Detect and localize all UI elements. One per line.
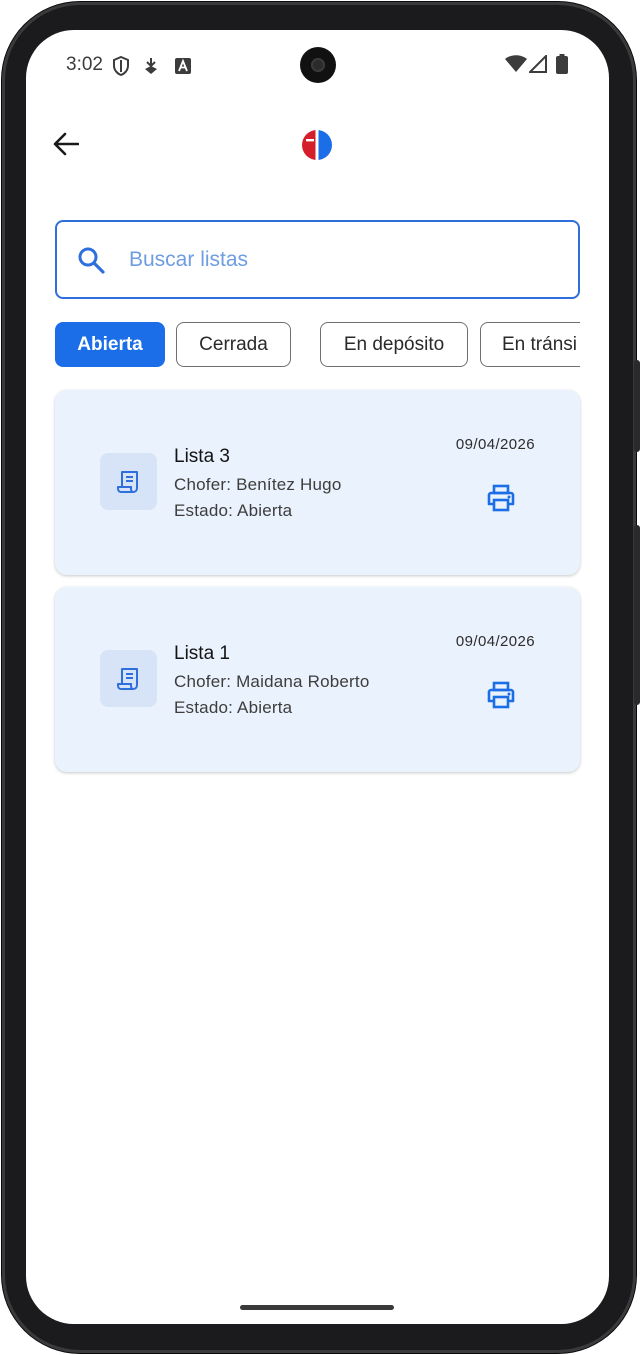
- print-button[interactable]: [483, 480, 519, 516]
- battery-icon: [556, 54, 568, 79]
- download-app-icon: [143, 57, 159, 80]
- filter-chip-abierta[interactable]: Abierta: [55, 322, 165, 367]
- filter-chip-label: En tránsi: [502, 333, 577, 355]
- list-card-date: 09/04/2026: [455, 436, 535, 453]
- list-card-date: 09/04/2026: [455, 633, 535, 650]
- search-icon: [77, 246, 105, 279]
- print-button[interactable]: [483, 677, 519, 713]
- list-card-title: Lista 1: [174, 643, 230, 664]
- shield-icon: [112, 55, 130, 81]
- filter-chip-label: En depósito: [343, 333, 445, 355]
- receipt-icon: [116, 667, 138, 690]
- filter-chip-label: Cerrada: [199, 333, 268, 355]
- brand-logo: [302, 130, 332, 160]
- filter-chips: Abierta Cerrada En depósito En tránsi: [55, 322, 580, 368]
- home-indicator[interactable]: [240, 1305, 394, 1310]
- front-camera: [300, 47, 336, 83]
- status-bar: 3:02: [26, 30, 609, 102]
- list-card-icon-box: [100, 650, 157, 707]
- back-button[interactable]: [50, 128, 82, 160]
- list-card-title: Lista 3: [174, 446, 230, 467]
- list-card-driver: Chofer: Maidana Roberto: [174, 672, 370, 691]
- list-card[interactable]: Lista 1 Chofer: Maidana Roberto Estado: …: [55, 587, 580, 772]
- list-card-icon-box: [100, 453, 157, 510]
- filter-chip-label: Abierta: [77, 333, 143, 355]
- filter-chip-cerrada[interactable]: Cerrada: [176, 322, 291, 367]
- list-card-driver: Chofer: Benítez Hugo: [174, 475, 342, 494]
- text-a-icon: [175, 58, 191, 79]
- filter-chip-en-transito[interactable]: En tránsi: [480, 322, 580, 367]
- screen: 3:02 Buscar listas Abierta Cerrada En de…: [26, 30, 609, 1324]
- list-card[interactable]: Lista 3 Chofer: Benítez Hugo Estado: Abi…: [55, 390, 580, 575]
- list-card-status: Estado: Abierta: [174, 698, 293, 717]
- signal-icon: [527, 53, 547, 78]
- volume-button: [634, 525, 640, 705]
- print-icon: [487, 484, 515, 512]
- list-card-status: Estado: Abierta: [174, 501, 293, 520]
- print-icon: [487, 681, 515, 709]
- status-time: 3:02: [66, 54, 103, 75]
- wifi-icon: [505, 55, 527, 78]
- receipt-icon: [116, 470, 138, 493]
- search-input[interactable]: [129, 242, 549, 278]
- arrow-left-icon: [53, 132, 79, 156]
- power-button: [634, 360, 640, 452]
- search-box[interactable]: [55, 220, 580, 299]
- filter-chip-en-deposito[interactable]: En depósito: [320, 322, 468, 367]
